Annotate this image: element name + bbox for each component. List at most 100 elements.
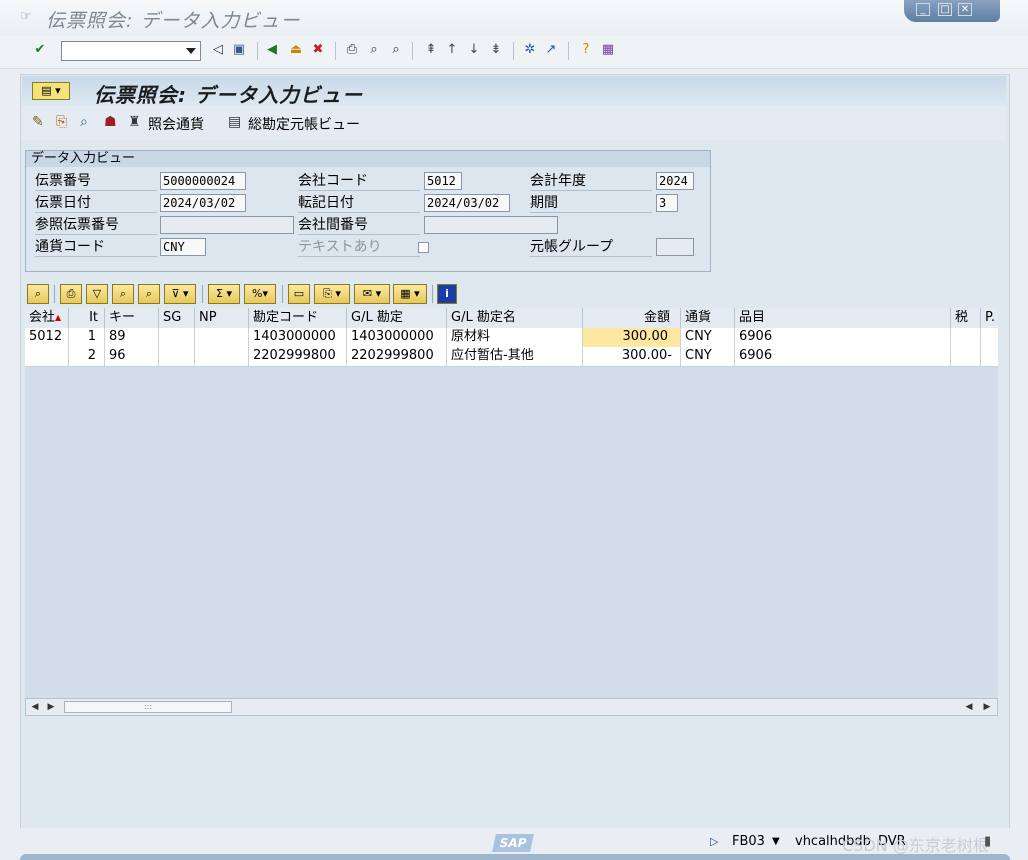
find-next-icon[interactable]: ⌕ (138, 284, 160, 304)
menu-button-icon[interactable]: ▤ ▾ (32, 82, 70, 100)
column-header-item[interactable]: It (69, 308, 105, 328)
column-header-amount[interactable]: 金額 (583, 308, 681, 328)
other-document-icon[interactable]: ⎘ (56, 114, 67, 130)
document-date-field[interactable]: 2024/03/02 (160, 194, 246, 212)
shortcut-icon[interactable]: ↗ (543, 42, 559, 58)
column-header-posting-key[interactable]: キー (105, 308, 159, 328)
display-currency-button[interactable]: 照会通貨 (148, 114, 204, 134)
find-icon[interactable]: ⌕ (366, 42, 382, 58)
overview-icon[interactable]: ⌕ (80, 114, 88, 130)
ledger-group-field[interactable] (656, 238, 694, 256)
filter-icon[interactable]: ▽ (86, 284, 108, 304)
cancel-icon[interactable]: ✖ (310, 42, 326, 58)
toolbar-separator (513, 42, 514, 60)
toolbar-separator (202, 285, 203, 303)
sum-icon[interactable]: Σ ▾ (208, 284, 240, 304)
cell-gl-account-name: 应付暂估-其他 (447, 347, 583, 366)
text-exists-checkbox[interactable] (418, 242, 429, 253)
company-code-field[interactable]: 5012 (424, 172, 462, 190)
cell-gl-account: 1403000000 (347, 328, 447, 347)
column-header-p[interactable]: P. (981, 308, 998, 328)
chevron-down-icon[interactable] (186, 48, 196, 54)
print-icon[interactable]: ⎙ (344, 42, 360, 58)
history-back-icon[interactable]: ◁ (210, 42, 226, 58)
transaction-code: FB03 (732, 834, 765, 849)
currency-label: 通貨コード (35, 238, 157, 257)
column-header-gl-account-name[interactable]: G/L 勘定名 (447, 308, 583, 328)
scroll-left-icon[interactable]: ◀ (28, 701, 42, 713)
column-header-currency[interactable]: 通貨 (681, 308, 735, 328)
toolbar-separator (54, 285, 55, 303)
cell-account: 2202999800 (249, 347, 347, 366)
export-icon[interactable]: ⎘ ▾ (314, 284, 350, 304)
scroll-right-icon[interactable]: ▶ (980, 701, 994, 713)
mail-icon[interactable]: ✉ ▾ (354, 284, 390, 304)
currency-field[interactable]: CNY (160, 238, 206, 256)
exit-icon[interactable]: ⏏ (288, 42, 304, 58)
posting-date-field[interactable]: 2024/03/02 (424, 194, 510, 212)
horizontal-scrollbar[interactable]: ◀ ▶ ::: ◀ ▶ (25, 698, 998, 716)
sort-indicator: ▲ (55, 313, 62, 322)
enter-icon[interactable]: ✔ (32, 42, 48, 58)
back-icon[interactable]: ◀ (264, 42, 280, 58)
status-expand-icon[interactable]: ▷ (710, 835, 718, 848)
cell-amount[interactable]: 300.00 (583, 328, 681, 347)
column-header-tax[interactable]: 税 (951, 308, 981, 328)
find-next-icon[interactable]: ⌕ (388, 42, 404, 58)
prev-page-icon[interactable]: ↑ (444, 42, 460, 58)
cell-item: 2 (69, 347, 105, 366)
column-header-account[interactable]: 勘定コード (249, 308, 347, 328)
layout-icon[interactable]: ▦ ▾ (393, 284, 427, 304)
close-icon[interactable]: ✕ (958, 3, 972, 16)
column-header-company[interactable]: 会社▲ (25, 308, 69, 328)
command-field[interactable] (61, 41, 201, 61)
scrollbar-thumb[interactable]: ::: (64, 701, 232, 713)
general-ledger-view-button[interactable]: 総勘定元帳ビュー (248, 114, 360, 134)
display-change-icon[interactable]: ✎ (32, 114, 44, 130)
cell-amount[interactable]: 300.00- (583, 347, 681, 366)
cell-sg (159, 347, 195, 366)
set-filter-icon[interactable]: ⊽ ▾ (164, 284, 196, 304)
scroll-right-icon[interactable]: ▶ (44, 701, 58, 713)
print-icon[interactable]: ⎙ (60, 284, 82, 304)
cross-company-field[interactable] (424, 216, 558, 234)
document-number-field[interactable]: 5000000024 (160, 172, 246, 190)
print-preview-icon[interactable]: ▭ (288, 284, 310, 304)
cell-np (195, 347, 249, 366)
table-row[interactable]: 5012 1 89 1403000000 1403000000 原材料 300.… (25, 328, 998, 348)
find-icon[interactable]: ⌕ (112, 284, 134, 304)
column-header-sg[interactable]: SG (159, 308, 195, 328)
period-label: 期間 (530, 194, 652, 213)
info-icon[interactable]: i (437, 284, 457, 304)
details-icon[interactable]: ⌕ (27, 284, 49, 304)
minimize-icon[interactable]: _ (916, 3, 930, 16)
window-menu-icon[interactable]: ☞ (20, 10, 34, 23)
subtotal-icon[interactable]: %▾ (244, 284, 276, 304)
table-row[interactable]: 2 96 2202999800 2202999800 应付暂估-其他 300.0… (25, 347, 998, 367)
column-header-material[interactable]: 品目 (735, 308, 951, 328)
toolbar-separator (412, 42, 413, 60)
title-bar: ☞ 伝票照会: データ入力ビュー _ □ ✕ (0, 0, 1028, 36)
maximize-icon[interactable]: □ (938, 3, 952, 16)
next-page-icon[interactable]: ↓ (466, 42, 482, 58)
fiscal-year-field[interactable]: 2024 (656, 172, 694, 190)
help-icon[interactable]: ? (578, 42, 594, 58)
ledger-view-icon[interactable]: ▤ (228, 114, 241, 130)
cell-p (981, 347, 998, 366)
taxes-icon[interactable]: ☗ (104, 114, 117, 130)
scroll-left-icon[interactable]: ◀ (962, 701, 976, 713)
save-icon[interactable]: ▣ (231, 42, 247, 58)
display-currency-icon[interactable]: ♜ (128, 114, 141, 130)
customize-layout-icon[interactable]: ▦ (600, 42, 616, 58)
cell-currency: CNY (681, 328, 735, 347)
cell-company: 5012 (25, 328, 69, 347)
create-session-icon[interactable]: ✲ (522, 42, 538, 58)
last-page-icon[interactable]: ⇟ (488, 42, 504, 58)
window-title: 伝票照会: データ入力ビュー (46, 10, 301, 32)
column-header-gl-account[interactable]: G/L 勘定 (347, 308, 447, 328)
chevron-down-icon[interactable]: ▼ (772, 834, 780, 850)
period-field[interactable]: 3 (656, 194, 678, 212)
column-header-np[interactable]: NP (195, 308, 249, 328)
reference-field[interactable] (160, 216, 294, 234)
first-page-icon[interactable]: ⇞ (423, 42, 439, 58)
